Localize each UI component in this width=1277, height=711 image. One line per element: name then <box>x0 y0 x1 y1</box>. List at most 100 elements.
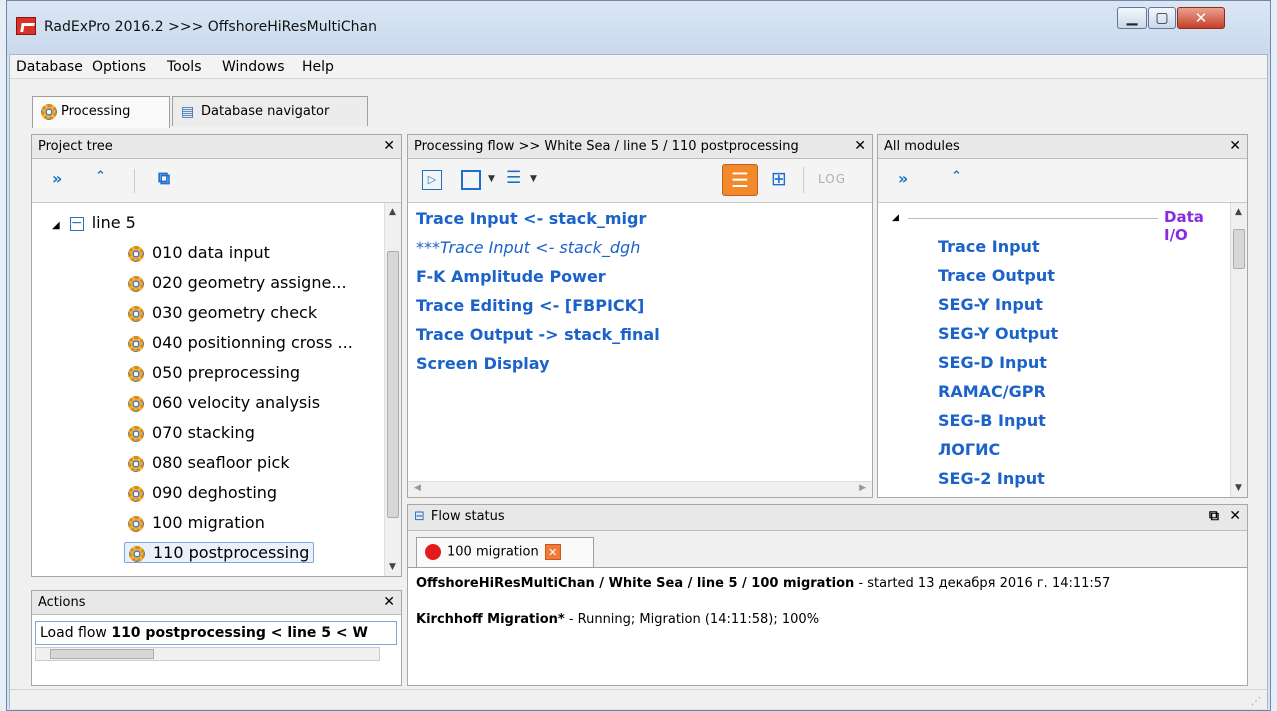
view-panel-icon[interactable] <box>461 170 481 190</box>
scroll-down-icon[interactable]: ▼ <box>389 562 396 572</box>
tab-processing[interactable]: Processing <box>32 96 170 128</box>
tree-item-080[interactable]: 080 seafloor pick <box>128 453 290 472</box>
running-status-dot-icon <box>425 544 441 560</box>
processing-flow-list: Trace Input <- stack_migr ***Trace Input… <box>408 203 872 497</box>
scroll-up-icon[interactable]: ▲ <box>1235 207 1242 217</box>
list-options-icon[interactable]: ☰ <box>506 168 521 188</box>
close-processing-flow-icon[interactable]: ✕ <box>854 138 866 154</box>
close-project-tree-icon[interactable]: ✕ <box>383 138 395 154</box>
menu-database[interactable]: Database <box>16 59 83 75</box>
tree-view-icon[interactable]: ⊞ <box>771 168 787 190</box>
dropdown-arrow-icon[interactable]: ▼ <box>530 174 537 184</box>
flow-item[interactable]: Trace Input <- stack_migr <box>416 209 646 228</box>
module-item[interactable]: Trace Input <box>938 237 1040 256</box>
tree-expand-icon[interactable]: ◢ <box>52 220 60 231</box>
project-tree-panel: Project tree ✕ » ⌃ ⧉ ◢ − line 5 010 data i… <box>31 134 402 577</box>
tree-item-070[interactable]: 070 stacking <box>128 423 255 442</box>
tree-item-010[interactable]: 010 data input <box>128 243 270 262</box>
menu-help[interactable]: Help <box>302 59 334 75</box>
scrollbar-thumb[interactable] <box>387 251 399 518</box>
processing-flow-title: Processing flow >> White Sea / line 5 / … <box>414 139 799 154</box>
status-bar: ⋰ <box>10 689 1267 709</box>
flow-status-tab[interactable]: 100 migration ✕ <box>416 537 594 567</box>
dropdown-arrow-icon[interactable]: ▼ <box>488 174 495 184</box>
module-item[interactable]: Trace Output <box>938 266 1055 285</box>
module-item[interactable]: SEG-B Input <box>938 411 1046 430</box>
close-all-modules-icon[interactable]: ✕ <box>1229 138 1241 154</box>
flow-item[interactable]: Trace Output -> stack_final <box>416 325 660 344</box>
module-item[interactable]: ЛОГИС <box>938 440 1000 459</box>
close-tab-icon[interactable]: ✕ <box>544 544 561 560</box>
tree-item-020[interactable]: 020 geometry assigne... <box>128 273 347 292</box>
list-view-icon[interactable]: ☰ <box>722 164 758 196</box>
window-title: RadExPro 2016.2 >>> OffshoreHiResMultiCh… <box>44 19 377 35</box>
module-item[interactable]: SEG-Y Output <box>938 324 1058 343</box>
tree-node-line5[interactable]: ◢ − line 5 <box>52 213 136 232</box>
menu-tools[interactable]: Tools <box>167 59 202 75</box>
hscroll-thumb[interactable] <box>50 649 154 659</box>
all-modules-header: All modules ✕ <box>878 135 1247 159</box>
close-button[interactable]: ✕ <box>1177 7 1225 29</box>
module-item[interactable]: SEG-2 Input <box>938 469 1045 488</box>
main-area: Database Options Tools Windows Help Proc… <box>9 54 1268 709</box>
flow-item[interactable]: Trace Editing <- [FBPICK] <box>416 296 644 315</box>
collapse-all-icon[interactable]: ⌃ <box>951 169 962 184</box>
tree-item-label: 040 positionning cross ... <box>152 333 353 352</box>
tree-item-050[interactable]: 050 preprocessing <box>128 363 300 382</box>
modules-scrollbar[interactable]: ▲ ▼ <box>1230 203 1247 497</box>
scroll-up-icon[interactable]: ▲ <box>389 207 396 217</box>
flow-status-started: - started 13 декабря 2016 г. 14:11:57 <box>854 576 1111 591</box>
resize-grip-icon[interactable]: ⋰ <box>1251 696 1261 707</box>
gear-icon <box>128 455 144 472</box>
log-button[interactable]: LOG <box>818 172 846 186</box>
collapse-all-icon[interactable]: ⌃ <box>95 169 106 184</box>
close-actions-icon[interactable]: ✕ <box>383 594 395 610</box>
actions-log: Load flow 110 postprocessing < line 5 < … <box>35 621 397 645</box>
collapse-box-icon[interactable]: − <box>69 216 84 231</box>
flow-item-disabled[interactable]: ***Trace Input <- stack_dgh <box>416 238 640 257</box>
flow-item[interactable]: Screen Display <box>416 354 550 373</box>
menu-options[interactable]: Options <box>92 59 146 75</box>
copy-icon[interactable]: ⧉ <box>158 169 170 189</box>
float-window-icon[interactable]: ⧉ <box>1209 508 1219 524</box>
module-item[interactable]: SEG-Y Input <box>938 295 1043 314</box>
flow-hscrollbar[interactable]: ◀ ▶ <box>408 481 872 497</box>
scrollbar-thumb[interactable] <box>1233 229 1245 269</box>
minimize-button[interactable]: ▁ <box>1117 7 1147 29</box>
maximize-icon: ▢ <box>1155 10 1169 26</box>
tree-item-090[interactable]: 090 deghosting <box>128 483 277 502</box>
expand-all-icon[interactable]: » <box>898 169 908 188</box>
modules-list: ◢ Data I/O Trace Input Trace Output SEG-… <box>878 203 1232 497</box>
project-tree-header: Project tree ✕ <box>32 135 401 159</box>
tab-database-navigator[interactable]: ▤ Database navigator <box>172 96 368 126</box>
group-expand-icon[interactable]: ◢ <box>892 213 899 223</box>
tree-item-030[interactable]: 030 geometry check <box>128 303 317 322</box>
maximize-button[interactable]: ▢ <box>1148 7 1176 29</box>
expand-all-icon[interactable]: » <box>52 169 62 188</box>
module-item[interactable]: RAMAC/GPR <box>938 382 1046 401</box>
run-flow-icon[interactable]: ▷ <box>422 170 442 190</box>
tree-item-040[interactable]: 040 positionning cross ... <box>128 333 353 352</box>
actions-bold: 110 postprocessing < line 5 < W <box>111 625 368 641</box>
scroll-down-icon[interactable]: ▼ <box>1235 483 1242 493</box>
scroll-right-icon[interactable]: ▶ <box>859 483 866 493</box>
tree-item-060[interactable]: 060 velocity analysis <box>128 393 320 412</box>
actions-hscrollbar[interactable] <box>35 647 380 661</box>
flow-item[interactable]: F-K Amplitude Power <box>416 267 606 286</box>
module-name: Kirchhoff Migration* <box>416 612 565 627</box>
database-navigator-icon: ▤ <box>181 104 195 120</box>
module-item[interactable]: SEG-D Input <box>938 353 1047 372</box>
menu-windows[interactable]: Windows <box>222 59 285 75</box>
tree-item-label: 050 preprocessing <box>152 363 301 382</box>
tree-item-100[interactable]: 100 migration <box>128 513 265 532</box>
all-modules-toolbar: » ⌃ <box>878 159 1247 203</box>
scroll-left-icon[interactable]: ◀ <box>414 483 421 493</box>
module-progress: - Running; Migration (14:11:58); 100% <box>564 612 820 627</box>
flow-status-line1: OffshoreHiResMultiChan / White Sea / lin… <box>416 576 1110 591</box>
tree-item-label: 110 postprocessing <box>153 543 310 562</box>
project-tree-scrollbar[interactable]: ▲ ▼ <box>384 203 401 576</box>
flow-status-content: OffshoreHiResMultiChan / White Sea / lin… <box>408 567 1247 685</box>
tree-item-110-selected[interactable]: 110 postprocessing <box>124 542 315 563</box>
app-window: RadExPro 2016.2 >>> OffshoreHiResMultiCh… <box>6 0 1271 711</box>
close-flow-status-icon[interactable]: ✕ <box>1229 508 1241 524</box>
